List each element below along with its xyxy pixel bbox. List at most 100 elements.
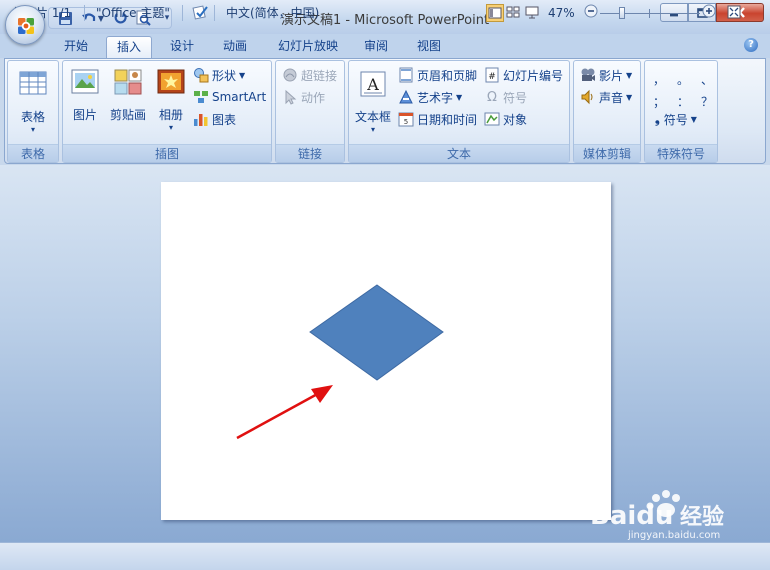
zoom-in-icon[interactable] [702, 4, 716, 22]
special-symbol-label: 符号 [663, 112, 688, 127]
symbols-row-1: ， 。 、 [653, 69, 713, 89]
group-label-special: 特殊符号 [645, 144, 717, 162]
chart-button[interactable]: 图表 [193, 109, 236, 129]
datetime-button[interactable]: 5 日期和时间 [398, 109, 477, 129]
group-label-links: 链接 [276, 144, 344, 162]
slide-sorter-icon[interactable] [505, 4, 523, 22]
slideshow-view-icon[interactable] [524, 4, 542, 22]
movie-label: 影片 [599, 68, 624, 83]
baidu-watermark: Baidu 经验 jingyan.baidu.com [590, 486, 770, 542]
svg-text:A: A [366, 75, 379, 94]
symbols-row-2: ； ： ？ [653, 91, 713, 111]
tab-design[interactable]: 设计 [160, 36, 204, 58]
textbox-icon: A [360, 71, 386, 97]
smartart-button[interactable]: SmartArt [193, 87, 266, 107]
group-special-symbols: ， 。 、 ； ： ？ ❟ 符号 ▼ 特殊符号 [644, 60, 718, 163]
omega-icon: Ω [487, 89, 497, 105]
datetime-icon: 5 [398, 112, 414, 127]
symbol-semicolon[interactable]: ； [653, 93, 665, 110]
svg-text:5: 5 [404, 118, 408, 126]
normal-view-icon[interactable] [486, 4, 504, 22]
header-footer-icon [399, 67, 413, 83]
diamond-shape[interactable] [309, 284, 444, 381]
hyperlink-button[interactable]: 超链接 [282, 65, 337, 85]
office-button[interactable] [5, 5, 45, 45]
textbox-label: 文本框 [354, 110, 391, 124]
header-footer-label: 页眉和页脚 [417, 68, 478, 83]
table-label: 表格 [20, 110, 45, 124]
clipart-icon [114, 69, 142, 95]
watermark-url: jingyan.baidu.com [627, 530, 720, 541]
status-bar [0, 542, 770, 570]
group-links: 超链接 动作 链接 [275, 60, 345, 163]
object-icon [484, 112, 500, 126]
watermark-brand: Baidu [590, 501, 673, 531]
symbol-period[interactable]: 。 [677, 71, 689, 88]
theme-name[interactable]: "Office 主题" [96, 4, 170, 22]
status-separator [84, 5, 85, 21]
group-tables: 表格 ▾ 表格 [7, 60, 59, 163]
album-button[interactable]: 相册 ▾ [151, 67, 191, 132]
clipart-button[interactable]: 剪贴画 [107, 67, 149, 123]
table-dropdown-icon: ▾ [30, 125, 35, 134]
help-icon[interactable]: ? [744, 38, 758, 52]
table-icon [19, 71, 47, 95]
language-indicator[interactable]: 中文(简体，中国) [226, 4, 319, 22]
action-label: 动作 [301, 90, 326, 105]
picture-label: 图片 [72, 108, 97, 122]
picture-icon [71, 69, 99, 94]
symbol-colon[interactable]: ： [677, 93, 689, 110]
zoom-slider[interactable] [600, 4, 700, 22]
group-illustrations: 图片 剪贴画 相册 ▾ 形状 ▼ SmartArt 图表 插图 [62, 60, 272, 163]
movie-button[interactable]: 影片 ▼ [580, 65, 632, 85]
sound-label: 声音 [599, 90, 624, 105]
group-media: 影片 ▼ 声音 ▼ 媒体剪辑 [573, 60, 641, 163]
header-footer-button[interactable]: 页眉和页脚 [398, 65, 477, 85]
album-dropdown-icon: ▾ [168, 123, 173, 132]
zoom-level[interactable]: 47% [548, 4, 575, 22]
photo-album-icon [157, 69, 185, 94]
symbol-button[interactable]: Ω 符号 [484, 87, 527, 107]
album-label: 相册 [158, 108, 183, 122]
tab-home[interactable]: 开始 [54, 36, 98, 58]
tab-view[interactable]: 视图 [406, 36, 452, 58]
wordart-button[interactable]: 艺术字 ▼ [398, 87, 462, 107]
shapes-label: 形状 [212, 68, 237, 83]
group-text: A 文本框 ▾ 页眉和页脚 艺术字 ▼ 5 日期和时间 # 幻灯片编号 Ω 符号 … [348, 60, 570, 163]
sound-icon [581, 89, 593, 105]
status-separator [214, 5, 215, 21]
tab-slideshow[interactable]: 幻灯片放映 [268, 36, 348, 58]
action-button[interactable]: 动作 [282, 87, 325, 107]
fit-slide-icon[interactable] [726, 4, 742, 22]
red-arrow-annotation [236, 385, 333, 440]
slide-number-button[interactable]: # 幻灯片编号 [484, 65, 563, 85]
zoom-out-icon[interactable] [584, 4, 598, 22]
sound-button[interactable]: 声音 ▼ [580, 87, 632, 107]
group-label-media: 媒体剪辑 [574, 144, 640, 162]
tab-insert[interactable]: 插入 [106, 36, 152, 58]
hyperlink-label: 超链接 [301, 68, 338, 83]
special-symbol-button[interactable]: ❟ 符号 ▼ [655, 109, 697, 129]
object-button[interactable]: 对象 [484, 109, 527, 129]
slide-canvas[interactable] [161, 182, 611, 520]
slide-number-label: 幻灯片编号 [503, 68, 564, 83]
symbol-enumeration-comma[interactable]: 、 [701, 71, 713, 88]
textbox-button[interactable]: A 文本框 ▾ [351, 69, 395, 134]
chart-label: 图表 [212, 112, 237, 127]
tab-animations[interactable]: 动画 [212, 36, 258, 58]
shapes-button[interactable]: 形状 ▼ [193, 65, 245, 85]
svg-text:#: # [488, 72, 496, 82]
object-label: 对象 [503, 112, 528, 127]
chart-icon [194, 114, 208, 126]
table-button[interactable]: 表格 ▾ [8, 69, 58, 134]
tab-review[interactable]: 审阅 [356, 36, 396, 58]
group-label-tables: 表格 [8, 144, 58, 162]
spellcheck-icon[interactable] [192, 4, 210, 22]
picture-button[interactable]: 图片 [65, 67, 105, 123]
symbol-comma[interactable]: ， [653, 71, 665, 88]
smartart-icon [194, 91, 208, 103]
zoom-slider-thumb[interactable] [619, 7, 625, 19]
symbol-dot-icon: ❟ [655, 111, 660, 126]
shapes-icon [194, 68, 209, 83]
symbol-question[interactable]: ？ [701, 93, 713, 110]
